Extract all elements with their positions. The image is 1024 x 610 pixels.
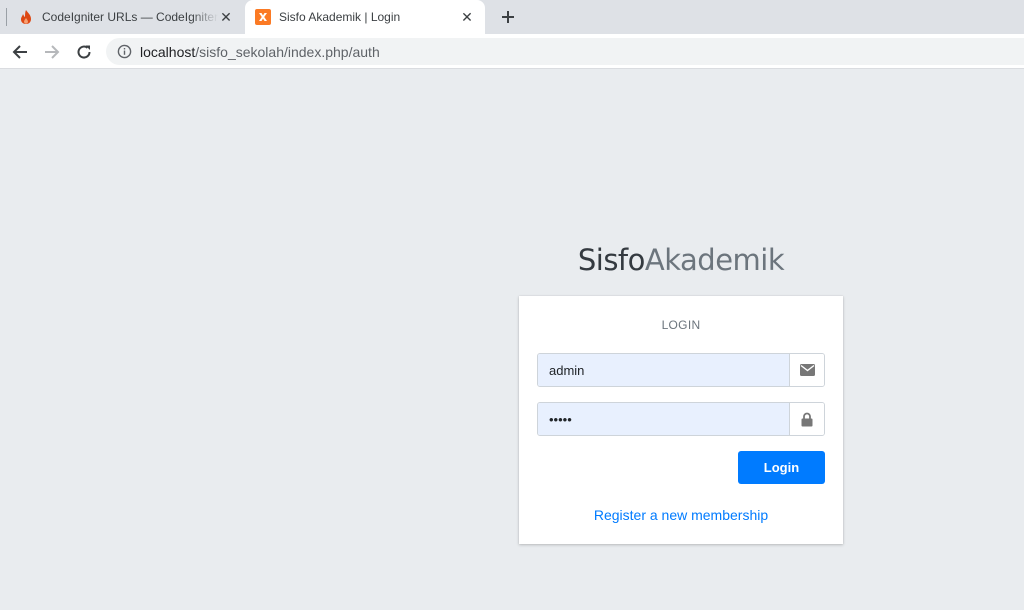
brand-bold: Sisfo [577, 243, 646, 277]
url-path: /sisfo_sekolah/index.php/auth [195, 43, 380, 60]
login-card: LOGIN Login Register a new membership [519, 296, 843, 544]
username-input-group [537, 353, 825, 387]
username-input[interactable] [538, 354, 789, 386]
password-input[interactable] [538, 403, 789, 435]
url-host: localhost [140, 43, 196, 60]
address-bar[interactable]: localhost/sisfo_sekolah/index.php/auth [106, 38, 1024, 65]
password-input-group [537, 402, 825, 436]
login-box-message: LOGIN [661, 318, 701, 332]
envelope-icon [789, 354, 824, 386]
login-logo[interactable]: SisfoAkademik [519, 243, 843, 277]
url-text: localhost/sisfo_sekolah/index.php/auth [140, 44, 380, 60]
reload-button[interactable] [71, 39, 97, 65]
plus-icon [502, 11, 514, 23]
tab-sisfo-login[interactable]: Sisfo Akademik | Login ✕ [245, 0, 485, 34]
tab-title: CodeIgniter URLs — CodeIgniter 3.1.11 do… [42, 10, 218, 24]
brand-light: Akademik [644, 243, 785, 277]
arrow-right-icon [45, 45, 60, 59]
tab-close-icon[interactable]: ✕ [459, 9, 475, 25]
tab-strip: CodeIgniter URLs — CodeIgniter 3.1.11 do… [0, 0, 1024, 34]
reload-icon [77, 45, 91, 59]
lock-icon [789, 403, 824, 435]
tab-close-icon[interactable]: ✕ [218, 9, 234, 25]
login-button[interactable]: Login [738, 451, 825, 484]
new-tab-button[interactable] [496, 5, 520, 29]
back-button[interactable] [7, 39, 33, 65]
register-link[interactable]: Register a new membership [519, 507, 843, 523]
codeigniter-flame-icon [18, 9, 34, 25]
xampp-icon [255, 9, 271, 25]
browser-toolbar: localhost/sisfo_sekolah/index.php/auth [0, 34, 1024, 69]
tab-separator [6, 8, 7, 26]
arrow-left-icon [12, 45, 27, 59]
forward-button[interactable] [39, 39, 65, 65]
info-icon[interactable] [116, 44, 132, 60]
tab-title: Sisfo Akademik | Login [279, 10, 401, 24]
tab-codeigniter-urls[interactable]: CodeIgniter URLs — CodeIgniter 3.1.11 do… [8, 0, 244, 34]
